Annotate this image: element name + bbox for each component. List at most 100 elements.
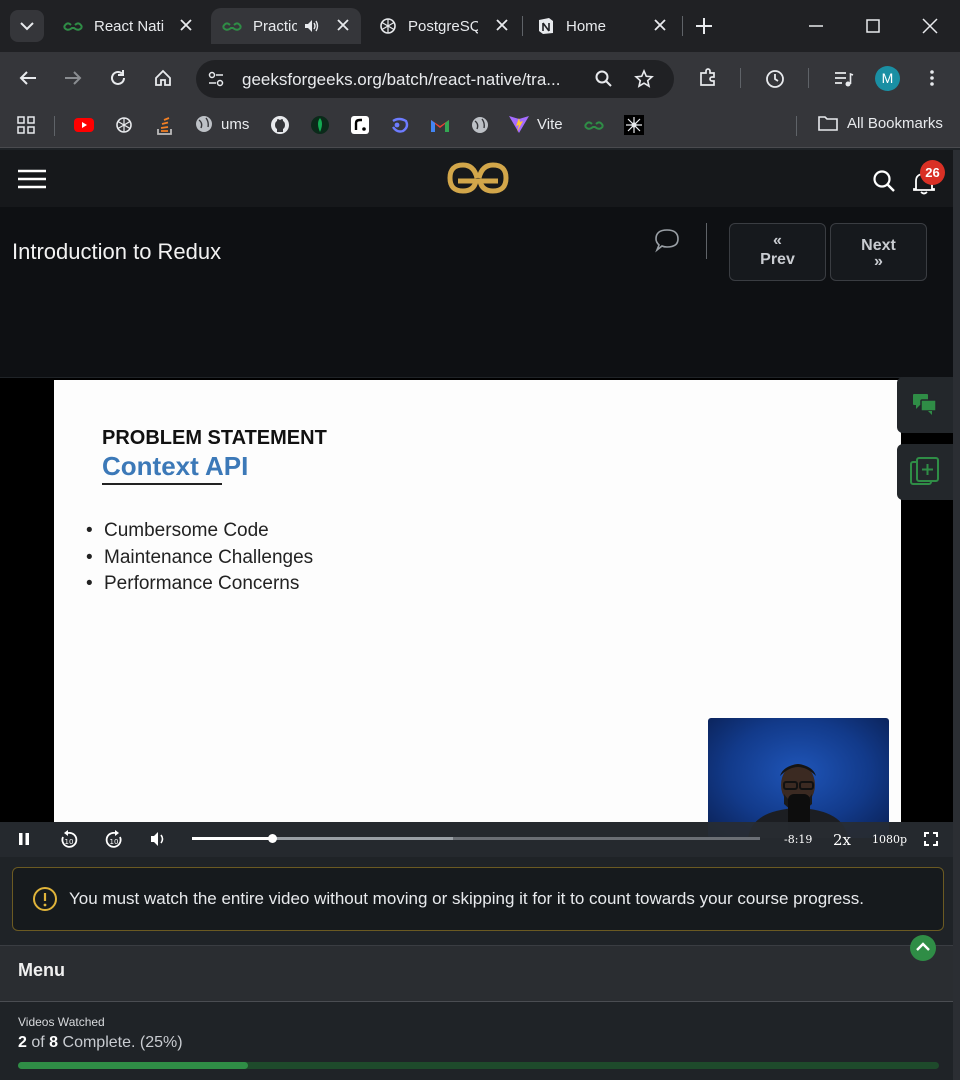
profile-avatar[interactable]: M	[875, 66, 900, 91]
seek-bar[interactable]	[192, 834, 760, 843]
home-icon[interactable]	[153, 68, 173, 88]
bookmark-separator	[54, 116, 55, 136]
seek-thumb[interactable]	[267, 834, 277, 843]
media-queue-icon[interactable]	[832, 68, 854, 90]
forward-10-icon[interactable]: 10	[103, 829, 125, 851]
close-icon[interactable]	[494, 17, 510, 33]
progress-summary: 2 of 8 Complete. (25%)	[18, 1034, 183, 1051]
seek-progress	[192, 837, 272, 840]
fullscreen-icon[interactable]	[924, 832, 938, 846]
site-header: 26	[0, 150, 953, 207]
page-scrollbar[interactable]	[953, 150, 960, 1080]
slide-bullet: • Maintenance Challenges	[86, 547, 314, 568]
maximize-icon[interactable]	[863, 16, 883, 36]
hamburger-menu-icon[interactable]	[18, 169, 46, 189]
tab-title: PostgreSQ	[408, 17, 478, 35]
tab-practice[interactable]: Practic	[211, 8, 361, 44]
gfg-logo[interactable]	[444, 161, 512, 195]
menu-label: Menu	[18, 960, 65, 980]
zoom-icon[interactable]	[594, 69, 614, 89]
chevron-up-icon	[916, 942, 930, 951]
folder-icon	[818, 116, 838, 131]
prev-button[interactable]: « Prev	[729, 223, 826, 281]
toolbar-separator	[740, 68, 741, 88]
reload-icon[interactable]	[108, 68, 128, 88]
rewind-10-icon[interactable]: 10	[58, 829, 80, 851]
chat-side-button[interactable]	[897, 377, 953, 433]
tab-postgresql[interactable]: PostgreSQ	[368, 8, 520, 44]
close-icon[interactable]	[652, 17, 668, 33]
bookmark-star-icon[interactable]	[634, 69, 654, 89]
bookmark-ums[interactable]: ums	[194, 114, 249, 134]
gfg-logo-icon	[63, 22, 83, 31]
apps-grid-icon[interactable]	[16, 115, 36, 135]
watch-requirement-notice: You must watch the entire video without …	[12, 867, 944, 931]
forward-arrow-icon[interactable]	[63, 68, 83, 88]
back-arrow-icon[interactable]	[18, 68, 38, 88]
site-settings-icon[interactable]	[206, 69, 226, 89]
toolbar-separator	[808, 68, 809, 88]
tab-separator	[522, 16, 523, 36]
instructor-silhouette-icon	[748, 764, 848, 838]
page-title: Introduction to Redux	[12, 239, 222, 264]
slide-underline	[102, 483, 222, 485]
browser-tab-bar: React Nati Practic PostgreSQ Home	[0, 0, 960, 52]
slide-bullet: • Performance Concerns	[86, 573, 300, 594]
close-icon[interactable]	[335, 17, 351, 33]
url-text[interactable]: geeksforgeeks.org/batch/react-native/tra…	[242, 70, 560, 90]
bookmark-separator	[796, 116, 797, 136]
course-menu-header[interactable]: Menu	[0, 935, 953, 1001]
stackoverflow-icon[interactable]	[155, 115, 175, 137]
bookmark-label: All Bookmarks	[847, 114, 943, 132]
minimize-icon[interactable]	[806, 16, 826, 36]
notion-icon	[539, 18, 553, 34]
gmail-icon[interactable]	[429, 117, 451, 133]
vscode-dev-icon[interactable]	[389, 115, 411, 135]
all-bookmarks-folder[interactable]: All Bookmarks	[817, 114, 943, 132]
tab-title: Practic	[253, 17, 297, 35]
search-icon[interactable]	[872, 169, 896, 193]
tab-title: React Nati	[94, 17, 165, 35]
bookmark-label: Vite	[537, 115, 563, 133]
chatgpt-icon	[380, 18, 396, 34]
window-close-icon[interactable]	[920, 16, 940, 36]
comment-icon[interactable]	[653, 227, 681, 253]
tab-home[interactable]: Home	[526, 8, 678, 44]
menu-collapse-button[interactable]	[910, 935, 936, 961]
kebab-menu-icon[interactable]	[922, 68, 942, 88]
add-note-side-button[interactable]	[897, 444, 953, 500]
speaker-icon[interactable]	[303, 18, 321, 34]
tab-search-button[interactable]	[10, 10, 44, 42]
video-controls: 10 10 -8:19 2x 1080p	[0, 822, 953, 857]
slide-heading: PROBLEM STATEMENT	[102, 427, 327, 449]
next-button[interactable]: Next »	[830, 223, 927, 281]
add-note-icon	[910, 457, 939, 485]
close-icon[interactable]	[178, 17, 194, 33]
neural-network-icon[interactable]	[624, 115, 644, 135]
double-chevron-left-icon: «	[773, 232, 782, 249]
bookmark-label: ums	[221, 115, 250, 133]
globe-icon[interactable]	[470, 115, 490, 135]
history-icon[interactable]	[764, 68, 786, 90]
bookmark-vite[interactable]: Vite	[508, 114, 563, 134]
new-tab-icon[interactable]	[694, 16, 714, 36]
progress-bar-fill	[18, 1062, 249, 1069]
slide-bullet: • Cumbersome Code	[86, 520, 269, 541]
pause-icon[interactable]	[17, 832, 31, 846]
address-bar[interactable]: geeksforgeeks.org/batch/react-native/tra…	[196, 60, 674, 98]
youtube-icon[interactable]	[73, 117, 95, 133]
gfg-logo-icon	[222, 22, 242, 31]
svg-text:10: 10	[65, 838, 74, 846]
extensions-icon[interactable]	[697, 67, 719, 89]
progress-bar	[18, 1062, 939, 1069]
render-icon[interactable]	[350, 115, 370, 135]
quality-selector[interactable]: 1080p	[872, 833, 907, 846]
tab-react-native[interactable]: React Nati	[52, 8, 204, 44]
volume-icon[interactable]	[150, 831, 168, 847]
github-icon[interactable]	[270, 115, 290, 135]
gfg-logo-icon[interactable]	[583, 118, 605, 132]
svg-text:10: 10	[110, 838, 119, 846]
playback-speed[interactable]: 2x	[833, 831, 851, 849]
chatgpt-icon[interactable]	[114, 115, 134, 135]
mongodb-icon[interactable]	[310, 115, 330, 135]
